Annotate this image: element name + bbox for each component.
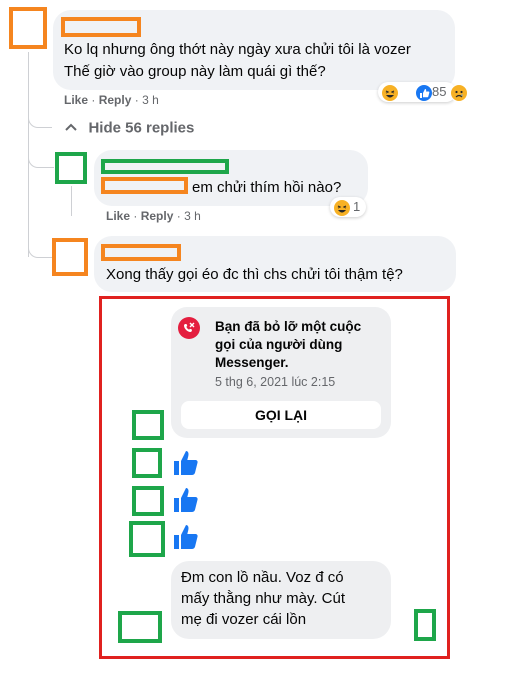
comment-actions: Like · Reply · 3 h — [106, 209, 201, 223]
missed-call-icon — [178, 317, 200, 339]
redacted-avatar — [132, 486, 164, 516]
reply-link[interactable]: Reply — [141, 209, 174, 223]
redacted-author-name[interactable] — [101, 244, 181, 261]
redacted-author-name[interactable] — [101, 159, 229, 174]
hide-replies-toggle[interactable]: Hide 56 replies — [64, 119, 194, 139]
call-back-button[interactable]: GỌI LẠI — [181, 401, 381, 429]
thread-line — [71, 186, 72, 216]
like-reaction-icon — [415, 84, 434, 102]
reaction-count: 85 — [432, 84, 447, 99]
like-link[interactable]: Like — [106, 209, 130, 223]
comment-text: Thế giờ vào group này làm quái gì thế? — [64, 63, 326, 80]
thread-connector — [28, 110, 52, 128]
redacted-mention[interactable] — [101, 177, 188, 194]
comment-text: em chửi thím hồi nào? — [192, 179, 342, 196]
redacted-seen-avatar — [414, 609, 436, 641]
thumbs-up-icon — [171, 485, 201, 520]
reaction-summary[interactable]: 85 — [378, 82, 468, 102]
comment-text: Ko lq nhưng ông thớt này ngày xưa chửi t… — [64, 41, 411, 58]
message-text: Đm con lồ nầu. Voz đ có mấy thằng như mà… — [181, 569, 346, 628]
redacted-author-name[interactable] — [61, 17, 141, 37]
comment-time[interactable]: 3 h — [142, 93, 159, 107]
missed-call-date: 5 thg 6, 2021 lúc 2:15 — [215, 375, 336, 389]
redacted-avatar — [132, 410, 164, 440]
reaction-summary[interactable]: 1 — [330, 197, 366, 217]
haha-reaction-icon — [333, 199, 351, 217]
missed-call-title: Bạn đã bỏ lỡ một cuộc gọi của người dùng… — [215, 319, 362, 370]
redacted-avatar — [9, 7, 47, 49]
comment-time[interactable]: 3 h — [184, 209, 201, 223]
comment-text: Xong thấy gọi éo đc thì chs chửi tôi thậ… — [106, 266, 403, 283]
comment-actions: Like · Reply · 3 h — [64, 93, 159, 107]
reaction-count: 1 — [353, 199, 361, 214]
redacted-avatar — [55, 152, 87, 184]
redacted-avatar — [129, 521, 165, 557]
chevron-up-icon — [64, 119, 78, 137]
reply-connector — [28, 140, 54, 168]
like-link[interactable]: Like — [64, 93, 88, 107]
hide-replies-label: Hide 56 replies — [88, 119, 195, 137]
redacted-avatar — [52, 238, 88, 276]
redacted-avatar — [132, 448, 162, 478]
reply-connector — [28, 228, 52, 258]
thumbs-up-icon — [171, 448, 201, 483]
reply-link[interactable]: Reply — [99, 93, 132, 107]
redacted-avatar — [118, 611, 162, 643]
haha-reaction-icon — [381, 84, 399, 102]
sad-reaction-icon — [449, 84, 468, 102]
thumbs-up-icon — [171, 522, 201, 557]
